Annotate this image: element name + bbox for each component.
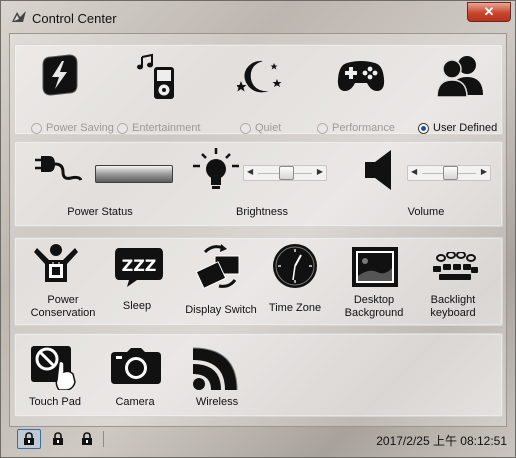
- status-bar: 2017/2/25 上午 08:12:51: [9, 429, 509, 451]
- clock-icon[interactable]: [271, 242, 319, 290]
- slider-thumb[interactable]: [443, 166, 458, 180]
- svg-text:ZZZ: ZZZ: [122, 256, 157, 275]
- display-switch-label: Display Switch: [185, 304, 257, 316]
- music-player-icon[interactable]: [136, 53, 176, 101]
- power-plug-icon: [33, 154, 83, 184]
- volume-slider[interactable]: ◀ ▶: [407, 165, 491, 181]
- radio-label: Quiet: [255, 122, 282, 134]
- radio-performance[interactable]: Performance: [317, 122, 395, 134]
- slider-thumb[interactable]: [279, 166, 294, 180]
- touchpad-disabled-icon[interactable]: [29, 344, 77, 390]
- radio-button[interactable]: [31, 122, 42, 134]
- control-center-window: Control Center ✕ Power Saving Entertainm…: [0, 0, 516, 458]
- slider-right-arrow-icon[interactable]: ▶: [317, 167, 323, 176]
- status-datetime: 2017/2/25 上午 08:12:51: [376, 434, 507, 448]
- sleep-zzz-icon[interactable]: ZZZ: [113, 246, 165, 288]
- radio-button-selected[interactable]: [418, 122, 429, 134]
- camera-label: Camera: [115, 396, 155, 408]
- camera-icon[interactable]: [111, 348, 161, 384]
- lock-icon: [82, 432, 92, 445]
- battery-bolt-icon[interactable]: [37, 53, 81, 97]
- slider-left-arrow-icon[interactable]: ◀: [411, 167, 417, 176]
- slider-right-arrow-icon[interactable]: ▶: [481, 167, 487, 176]
- tools-panel: Power Conservation ZZZ Sleep Display Swi…: [14, 237, 503, 326]
- radio-power-saving[interactable]: Power Saving: [31, 122, 114, 134]
- power-status-label: Power Status: [67, 206, 133, 218]
- radio-label: User Defined: [433, 122, 498, 134]
- lock-icon: [24, 432, 34, 445]
- speaker-icon: [365, 148, 393, 192]
- wireless-label: Wireless: [195, 396, 239, 408]
- time-zone-label: Time Zone: [268, 302, 322, 314]
- radio-button[interactable]: [317, 122, 328, 134]
- settings-panel: Power Status ◀ ▶ Brightness ◀ ▶ Volume: [14, 141, 503, 227]
- radio-label: Performance: [332, 122, 395, 134]
- radio-label: Power Saving: [46, 122, 114, 134]
- desktop-background-label: Desktop Background: [344, 294, 404, 319]
- moon-stars-icon[interactable]: [237, 57, 283, 97]
- brightness-slider[interactable]: ◀ ▶: [243, 165, 327, 181]
- desktop-background-icon[interactable]: [351, 246, 399, 288]
- slider-left-arrow-icon[interactable]: ◀: [247, 167, 253, 176]
- radio-quiet[interactable]: Quiet: [240, 122, 281, 134]
- lock-icon: [53, 432, 63, 445]
- close-button[interactable]: ✕: [467, 2, 511, 22]
- title-bar: Control Center ✕: [1, 1, 515, 33]
- brightness-label: Brightness: [236, 206, 288, 218]
- backlight-keyboard-label: Backlight keyboard: [430, 294, 476, 319]
- radio-user-defined[interactable]: User Defined: [418, 122, 497, 134]
- volume-label: Volume: [407, 206, 445, 218]
- users-icon[interactable]: [437, 53, 483, 97]
- power-conservation-icon[interactable]: [33, 242, 79, 288]
- radio-entertainment[interactable]: Entertainment: [117, 122, 200, 134]
- touch-pad-label: Touch Pad: [29, 396, 81, 408]
- window-title: Control Center: [32, 11, 117, 26]
- mode-panel: Power Saving Entertainment Quiet Perform…: [14, 44, 503, 135]
- wireless-icon[interactable]: [191, 344, 241, 390]
- power-status-bar: [95, 165, 173, 183]
- backlight-keyboard-icon[interactable]: [431, 252, 479, 282]
- lock-button-2[interactable]: [46, 429, 70, 449]
- content-area: Power Saving Entertainment Quiet Perform…: [9, 33, 507, 427]
- sleep-label: Sleep: [122, 300, 152, 312]
- brightness-bulb-icon: [191, 148, 241, 192]
- power-conservation-label: Power Conservation: [30, 294, 96, 319]
- radio-button[interactable]: [117, 122, 128, 134]
- display-switch-icon[interactable]: [195, 242, 243, 290]
- lock-button-1[interactable]: [17, 429, 41, 449]
- devices-panel: Touch Pad Camera Wireless: [14, 333, 503, 417]
- radio-label: Entertainment: [132, 122, 201, 134]
- app-icon: [11, 10, 27, 24]
- gamepad-icon[interactable]: [337, 59, 385, 93]
- radio-button[interactable]: [240, 122, 251, 134]
- status-divider: [103, 431, 104, 447]
- lock-button-3[interactable]: [75, 429, 99, 449]
